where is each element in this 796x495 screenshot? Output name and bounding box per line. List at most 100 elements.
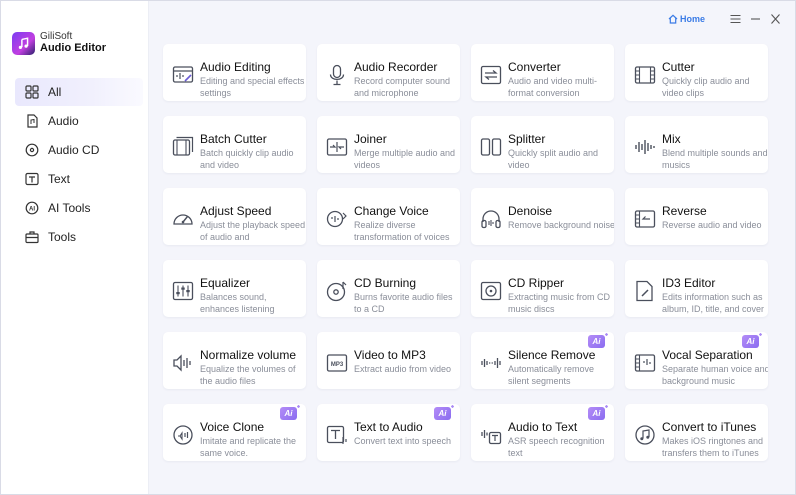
tools-grid: Audio Editing Editing and special effect…: [163, 44, 768, 461]
sidebar-item-label: All: [48, 85, 62, 99]
tool-card-audio-recorder[interactable]: Audio Recorder Record computer sound and…: [317, 44, 460, 101]
tool-title: Joiner: [354, 132, 387, 146]
reverse-icon: [634, 210, 656, 228]
id3-edit-icon: [636, 280, 653, 302]
tool-title: ID3 Editor: [662, 276, 716, 290]
grid-icon: [25, 85, 39, 99]
tool-card-cd-burning[interactable]: CD Burning Burns favorite audio files to…: [317, 260, 460, 317]
tool-title: Voice Clone: [200, 420, 265, 434]
tool-card-audio-to-text[interactable]: Ai Audio to Text ASR speech recognition …: [471, 404, 614, 461]
tool-card-audio-editing[interactable]: Audio Editing Editing and special effect…: [163, 44, 306, 101]
tool-description: Batch quickly clip audio and video: [200, 148, 294, 170]
svg-text:MP3: MP3: [331, 362, 344, 368]
tool-card-video-to-mp3[interactable]: MP3 Video to MP3 Extract audio from vide…: [317, 332, 460, 389]
headphones-icon: [481, 210, 501, 229]
itunes-icon: [635, 425, 655, 445]
tool-card-vocal-separation[interactable]: Ai Vocal Separation Separate human voice…: [625, 332, 768, 389]
tool-card-voice-clone[interactable]: Ai Voice Clone Imitate and replicate the…: [163, 404, 306, 461]
joiner-icon: [326, 138, 348, 156]
cd-icon: [25, 143, 39, 157]
tool-card-converter[interactable]: Converter Audio and video multi-format c…: [471, 44, 614, 101]
tool-title: Adjust Speed: [200, 204, 272, 218]
tool-description: Edits information such as album, ID, tit…: [662, 292, 765, 314]
minimize-button[interactable]: [749, 13, 761, 25]
sidebar-item-label: Audio CD: [48, 143, 100, 157]
tool-card-reverse[interactable]: Reverse Reverse audio and video: [625, 188, 768, 245]
tool-card-cutter[interactable]: Cutter Quickly clip audio and video clip…: [625, 44, 768, 101]
batch-film-icon: [172, 136, 194, 156]
ai-icon: AI: [25, 201, 39, 215]
sidebar-item-label: Text: [48, 172, 71, 186]
sidebar-item-label: Tools: [48, 230, 77, 244]
speedometer-icon: [173, 214, 193, 225]
tool-title: Equalizer: [200, 276, 251, 290]
sidebar-item-tools[interactable]: Tools: [15, 223, 143, 251]
tool-description: Burns favorite audio files to a CD: [354, 292, 453, 314]
tool-description: Quickly split audio and video: [508, 148, 599, 170]
tool-card-denoise[interactable]: Denoise Remove background noise: [471, 188, 614, 245]
tool-description: Reverse audio and video: [662, 220, 762, 230]
audio-to-text-icon: [481, 430, 502, 445]
tool-title: Mix: [662, 132, 681, 146]
close-icon: [770, 14, 780, 24]
svg-text:AI: AI: [29, 206, 35, 212]
tool-description: Extracting music from CD music discs: [508, 292, 611, 314]
tool-title: Video to MP3: [354, 348, 426, 362]
tool-card-batch-cutter[interactable]: Batch Cutter Batch quickly clip audio an…: [163, 116, 306, 173]
ai-badge: Ai: [588, 332, 609, 348]
menu-button[interactable]: [729, 13, 741, 25]
tool-title: Normalize volume: [200, 348, 297, 362]
sidebar-item-text[interactable]: Text: [15, 165, 143, 193]
tool-title: Audio to Text: [508, 420, 578, 434]
tool-title: Reverse: [662, 204, 707, 218]
voice-clone-icon: [173, 425, 193, 445]
tool-title: Audio Editing: [200, 60, 271, 74]
tool-title: Batch Cutter: [200, 132, 267, 146]
tool-card-convert-to-itunes[interactable]: Convert to iTunes Makes iOS ringtones an…: [625, 404, 768, 461]
minimize-icon: [750, 18, 760, 20]
tool-title: Splitter: [508, 132, 546, 146]
sidebar-item-label: AI Tools: [48, 201, 91, 215]
tool-description: Extract audio from video: [354, 364, 452, 374]
app-logo: GiliSoft Audio Editor: [12, 32, 106, 55]
tool-description: Equalize the volumes of the audio files: [200, 364, 296, 386]
sidebar-item-audio[interactable]: Audio: [15, 107, 143, 135]
tool-card-mix[interactable]: Mix Blend multiple sounds and musics: [625, 116, 768, 173]
tool-description: Remove background noise: [508, 220, 614, 230]
sidebar-item-audio-cd[interactable]: Audio CD: [15, 136, 143, 164]
tool-card-joiner[interactable]: Joiner Merge multiple audio and videos: [317, 116, 460, 173]
tool-description: Editing and special effects settings: [200, 76, 305, 98]
sidebar-nav: All Audio Audio CD Text AI AI Tools Tool…: [15, 78, 143, 252]
tool-title: Change Voice: [354, 204, 429, 218]
tool-card-id3-editor[interactable]: ID3 Editor Edits information such as alb…: [625, 260, 768, 317]
sidebar-item-label: Audio: [48, 114, 79, 128]
home-icon: [668, 14, 678, 24]
tool-description: Merge multiple audio and videos: [354, 148, 456, 170]
tool-description: Audio and video multi-format conversion: [508, 76, 598, 98]
tool-card-adjust-speed[interactable]: Adjust Speed Adjust the playback speed o…: [163, 188, 306, 245]
hamburger-menu-icon: [730, 14, 740, 24]
mp3-icon: MP3: [326, 354, 348, 372]
converter-icon: [480, 65, 502, 85]
film-cut-icon: [634, 66, 656, 84]
equalizer-icon: [172, 281, 194, 301]
tool-description: Automatically remove silent segments: [508, 364, 595, 386]
app-name: Audio Editor: [40, 41, 106, 54]
tool-card-splitter[interactable]: Splitter Quickly split audio and video: [471, 116, 614, 173]
tool-card-silence-remove[interactable]: Ai Silence Remove Automatically remove s…: [471, 332, 614, 389]
close-button[interactable]: [769, 13, 781, 25]
tool-title: Convert to iTunes: [662, 420, 757, 434]
microphone-icon: [329, 64, 345, 86]
tool-description: Realize diverse transformation of voices: [354, 220, 450, 242]
tool-card-normalize-volume[interactable]: Normalize volume Equalize the volumes of…: [163, 332, 306, 389]
tool-card-text-to-audio[interactable]: Ai Text to Audio Convert text into speec…: [317, 404, 460, 461]
ai-badge: Ai: [588, 404, 609, 420]
home-button[interactable]: Home: [668, 14, 705, 24]
tool-card-cd-ripper[interactable]: CD Ripper Extracting music from CD music…: [471, 260, 614, 317]
tool-card-change-voice[interactable]: Change Voice Realize diverse transformat…: [317, 188, 460, 245]
sidebar-item-all[interactable]: All: [15, 78, 143, 106]
tool-title: Converter: [508, 60, 561, 74]
ai-badge: Ai: [742, 332, 763, 348]
tool-card-equalizer[interactable]: Equalizer Balances sound, enhances liste…: [163, 260, 306, 317]
sidebar-item-ai-tools[interactable]: AI AI Tools: [15, 194, 143, 222]
